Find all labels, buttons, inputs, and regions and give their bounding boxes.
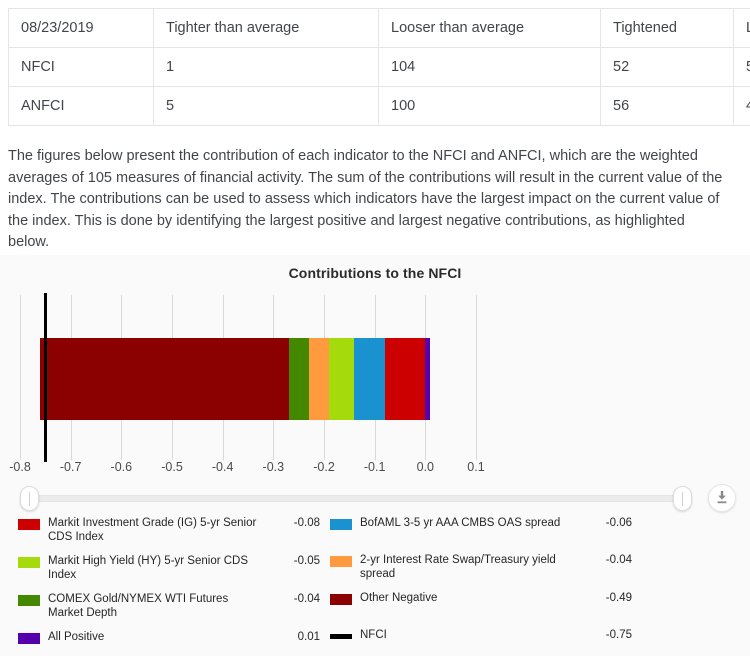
legend-value: 0.01 <box>274 631 320 643</box>
legend-label: 2-yr Interest Rate Swap/Treasury yield s… <box>360 554 575 581</box>
legend-swatch-icon <box>18 519 40 530</box>
table-row: NFCI 1 104 52 53 <box>9 48 750 87</box>
legend-value: -0.06 <box>586 517 632 529</box>
legend-label: BofAML 3-5 yr AAA CMBS OAS spread <box>360 517 575 531</box>
table-cell-tighter: 5 <box>154 87 379 126</box>
intro-paragraph: The figures below present the contributi… <box>8 146 728 254</box>
table-header-cell-date: 08/23/2019 <box>9 9 154 48</box>
bar-segment[interactable] <box>354 338 384 420</box>
download-icon <box>715 490 729 505</box>
chart-plot-area <box>0 295 750 460</box>
legend-swatch-icon <box>18 633 40 644</box>
chart-title: Contributions to the NFCI <box>0 255 750 281</box>
legend-column-right: BofAML 3-5 yr AAA CMBS OAS spread -0.06 2-… <box>330 517 640 666</box>
legend-label: NFCI <box>360 629 575 643</box>
table-header-cell-loosened: Loosened <box>734 9 750 48</box>
legend-item[interactable]: All Positive 0.01 <box>18 631 328 657</box>
range-slider-track[interactable] <box>30 495 682 502</box>
table-header-cell-looser: Looser than average <box>379 9 601 48</box>
legend-item[interactable]: Markit Investment Grade (IG) 5-yr Senior… <box>18 517 328 544</box>
legend-item[interactable]: Other Negative -0.49 <box>330 592 640 618</box>
x-axis-tick-label: -0.2 <box>313 460 335 474</box>
legend-label: COMEX Gold/NYMEX WTI Futures Market Dept… <box>48 593 263 620</box>
legend-item[interactable]: 2-yr Interest Rate Swap/Treasury yield s… <box>330 554 640 581</box>
legend-value: -0.49 <box>586 592 632 604</box>
table-cell-looser: 100 <box>379 87 601 126</box>
gridline <box>476 295 477 460</box>
x-axis-tick-label: -0.8 <box>9 460 31 474</box>
legend-label: Markit High Yield (HY) 5-yr Senior CDS I… <box>48 555 263 582</box>
range-slider-handle-right[interactable] <box>673 486 692 511</box>
chart-panel: Contributions to the NFCI -0.8-0.7-0.6-0… <box>0 255 750 656</box>
x-axis-tick-label: -0.6 <box>111 460 133 474</box>
x-axis-tick-label: -0.4 <box>212 460 234 474</box>
legend-line-icon <box>330 634 352 639</box>
bar-segment[interactable] <box>329 338 354 420</box>
bar-segment[interactable] <box>425 338 430 420</box>
nfci-marker-line <box>44 293 47 462</box>
table-cell-looser: 104 <box>379 48 601 87</box>
x-axis-tick-label: 0.0 <box>417 460 434 474</box>
bar-segment[interactable] <box>289 338 309 420</box>
chart-legend: Markit Investment Grade (IG) 5-yr Senior… <box>0 517 750 647</box>
x-axis-tick-label: -0.3 <box>263 460 285 474</box>
summary-table-container: 08/23/2019 Tighter than average Looser t… <box>0 0 750 126</box>
x-axis-tick-labels: -0.8 -0.7 -0.6 -0.5 -0.4 -0.3 -0.2 -0.1 0.0 0.1 <box>0 460 750 480</box>
legend-item[interactable]: COMEX Gold/NYMEX WTI Futures Market Dept… <box>18 593 328 620</box>
gridline <box>20 295 21 460</box>
legend-swatch-icon <box>18 557 40 568</box>
table-cell-loosened: 49 <box>734 87 750 126</box>
legend-swatch-icon <box>330 594 352 605</box>
chart-toolbar <box>0 483 750 515</box>
download-button[interactable] <box>708 484 736 512</box>
legend-value: -0.05 <box>274 555 320 567</box>
legend-label: Other Negative <box>360 592 575 606</box>
legend-swatch-icon <box>18 595 40 606</box>
legend-label: Markit Investment Grade (IG) 5-yr Senior… <box>48 517 263 544</box>
table-body: 08/23/2019 Tighter than average Looser t… <box>9 9 750 126</box>
legend-swatch-icon <box>330 556 352 567</box>
bar-segment[interactable] <box>40 338 288 420</box>
legend-item[interactable]: Markit High Yield (HY) 5-yr Senior CDS I… <box>18 555 328 582</box>
bar-segment[interactable] <box>385 338 426 420</box>
legend-item[interactable]: NFCI -0.75 <box>330 629 640 655</box>
table-cell-index-name: NFCI <box>9 48 154 87</box>
table-header-cell-tightened: Tightened <box>601 9 734 48</box>
legend-value: -0.04 <box>586 554 632 566</box>
x-axis-tick-label: -0.5 <box>161 460 183 474</box>
legend-label: All Positive <box>48 631 263 645</box>
legend-item[interactable]: BofAML 3-5 yr AAA CMBS OAS spread -0.06 <box>330 517 640 543</box>
legend-swatch-icon <box>330 519 352 530</box>
x-axis-tick-label: -0.7 <box>60 460 82 474</box>
legend-value: -0.08 <box>274 517 320 529</box>
table-cell-index-name: ANFCI <box>9 87 154 126</box>
table-cell-loosened: 53 <box>734 48 750 87</box>
table-header-cell-tighter: Tighter than average <box>154 9 379 48</box>
table-row: ANFCI 5 100 56 49 <box>9 87 750 126</box>
table-header-row: 08/23/2019 Tighter than average Looser t… <box>9 9 750 48</box>
legend-value: -0.04 <box>274 593 320 605</box>
range-slider-handle-left[interactable] <box>20 486 39 511</box>
nfci-summary-table: 08/23/2019 Tighter than average Looser t… <box>8 8 750 126</box>
legend-value: -0.75 <box>586 629 632 641</box>
table-cell-tightened: 56 <box>601 87 734 126</box>
x-axis-tick-label: 0.1 <box>467 460 484 474</box>
legend-column-left: Markit Investment Grade (IG) 5-yr Senior… <box>18 517 328 668</box>
table-cell-tighter: 1 <box>154 48 379 87</box>
x-axis-tick-label: -0.1 <box>364 460 386 474</box>
table-cell-tightened: 52 <box>601 48 734 87</box>
bar-segment[interactable] <box>309 338 329 420</box>
